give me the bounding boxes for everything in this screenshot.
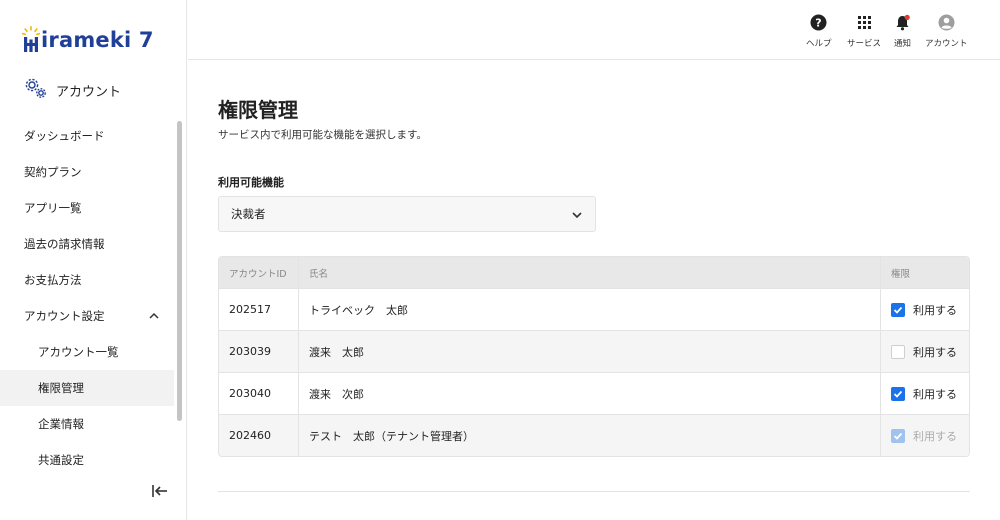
chevron-down-icon: [571, 209, 583, 223]
sidebar-scrollbar[interactable]: [177, 121, 182, 421]
svg-text:?: ?: [816, 16, 822, 29]
sidebar-item-account-settings[interactable]: アカウント設定: [0, 298, 174, 334]
table-row: 202517 トライベック 太郎 利用する: [219, 288, 969, 330]
logo-text: irameki 7: [41, 28, 154, 52]
account-id-cell: 202460: [219, 415, 299, 456]
permission-checkbox-label: 利用する: [913, 429, 957, 443]
account-button[interactable]: アカウント: [925, 14, 968, 49]
table-row: 203039 渡来 太郎 利用する: [219, 330, 969, 372]
help-icon: ?: [810, 14, 827, 37]
logo-mark-icon: [21, 26, 41, 52]
name-cell: トライベック 太郎: [299, 289, 881, 330]
sidebar-item-label: ダッシュボード: [24, 129, 105, 143]
sidebar-nav: ダッシュボード 契約プラン アプリ一覧 過去の請求情報 お支払方法 アカウント設…: [0, 118, 174, 478]
sidebar-section-account: アカウント: [24, 76, 121, 104]
sidebar-item-billing-history[interactable]: 過去の請求情報: [0, 226, 174, 262]
help-label: ヘルプ: [806, 39, 832, 49]
sidebar-item-company-info[interactable]: 企業情報: [0, 406, 174, 442]
feature-select[interactable]: 決裁者: [218, 196, 596, 232]
account-label: アカウント: [925, 39, 968, 49]
sidebar-item-dashboard[interactable]: ダッシュボード: [0, 118, 174, 154]
name-cell: 渡来 太郎: [299, 331, 881, 372]
sidebar-item-label: 過去の請求情報: [24, 237, 105, 251]
account-id-cell: 203039: [219, 331, 299, 372]
permission-checkbox-label[interactable]: 利用する: [913, 386, 957, 402]
column-header-name: 氏名: [299, 257, 881, 288]
column-header-permission: 権限: [891, 268, 911, 280]
check-icon: [893, 390, 903, 398]
page-title: 権限管理: [218, 98, 298, 122]
collapse-sidebar-button[interactable]: [150, 482, 170, 500]
table-row: 202460 テスト 太郎（テナント管理者） 利用する: [219, 414, 969, 456]
permission-checkbox-label[interactable]: 利用する: [913, 302, 957, 318]
check-icon: [893, 306, 903, 314]
table-header-row: アカウントID 氏名 権限: [219, 257, 969, 288]
sidebar-item-account-list[interactable]: アカウント一覧: [0, 334, 174, 370]
page-description: サービス内で利用可能な機能を選択します。: [218, 129, 427, 141]
permission-checkbox-disabled: [891, 428, 905, 443]
permission-cell: 利用する: [881, 373, 969, 414]
user-circle-icon: [938, 14, 955, 37]
sidebar-item-label: 企業情報: [38, 417, 84, 431]
sidebar-item-payment-method[interactable]: お支払方法: [0, 262, 174, 298]
divider: [218, 491, 970, 492]
account-id-cell: 203040: [219, 373, 299, 414]
app-root: irameki 7 アカウント ダッシュボード 契約プラン アプリ一覧 過去の請…: [0, 0, 1000, 520]
feature-select-value: 決裁者: [231, 207, 266, 221]
sidebar: irameki 7 アカウント ダッシュボード 契約プラン アプリ一覧 過去の請…: [0, 0, 187, 520]
permission-checkbox[interactable]: [891, 302, 905, 317]
brand-logo[interactable]: irameki 7: [21, 20, 154, 52]
gears-icon: [24, 76, 48, 104]
sidebar-item-plan[interactable]: 契約プラン: [0, 154, 174, 190]
sidebar-item-label: アカウント一覧: [38, 345, 119, 359]
sidebar-section-label: アカウント: [56, 84, 122, 100]
sidebar-item-common-settings[interactable]: 共通設定: [0, 442, 174, 478]
feature-select-label: 利用可能機能: [218, 176, 284, 189]
sidebar-item-label: アカウント設定: [24, 309, 105, 323]
services-button[interactable]: サービス: [847, 14, 881, 49]
name-cell: 渡来 次郎: [299, 373, 881, 414]
permission-checkbox-label[interactable]: 利用する: [913, 344, 957, 360]
chevron-up-icon: [148, 310, 160, 324]
sidebar-item-label: お支払方法: [24, 273, 82, 287]
notifications-label: 通知: [894, 39, 912, 49]
collapse-sidebar-icon: [150, 485, 170, 504]
table-row: 203040 渡来 次郎 利用する: [219, 372, 969, 414]
services-label: サービス: [847, 39, 882, 49]
sidebar-item-apps[interactable]: アプリ一覧: [0, 190, 174, 226]
sidebar-item-label: 権限管理: [38, 381, 84, 395]
account-id-cell: 202517: [219, 289, 299, 330]
permission-cell: 利用する: [881, 331, 969, 372]
notifications-button[interactable]: 通知: [894, 14, 911, 49]
name-cell: テスト 太郎（テナント管理者）: [299, 415, 881, 456]
top-header: ? ヘルプ サービス 通知 アカウント: [188, 0, 1000, 60]
sidebar-item-label: 共通設定: [38, 453, 84, 467]
permission-cell: 利用する: [881, 415, 969, 456]
grid-icon: [856, 14, 873, 37]
check-icon: [893, 432, 903, 440]
column-header-account-id: アカウントID: [219, 257, 299, 288]
sidebar-item-label: 契約プラン: [24, 165, 82, 179]
help-button[interactable]: ? ヘルプ: [806, 14, 832, 49]
permissions-table: アカウントID 氏名 権限 202517 トライベック 太郎 利用する 2030…: [218, 256, 970, 457]
sidebar-item-permissions[interactable]: 権限管理: [0, 370, 174, 406]
sidebar-item-label: アプリ一覧: [24, 201, 82, 215]
permission-checkbox[interactable]: [891, 344, 905, 359]
bell-icon: [894, 14, 911, 37]
permission-cell: 利用する: [881, 289, 969, 330]
permission-checkbox[interactable]: [891, 386, 905, 401]
